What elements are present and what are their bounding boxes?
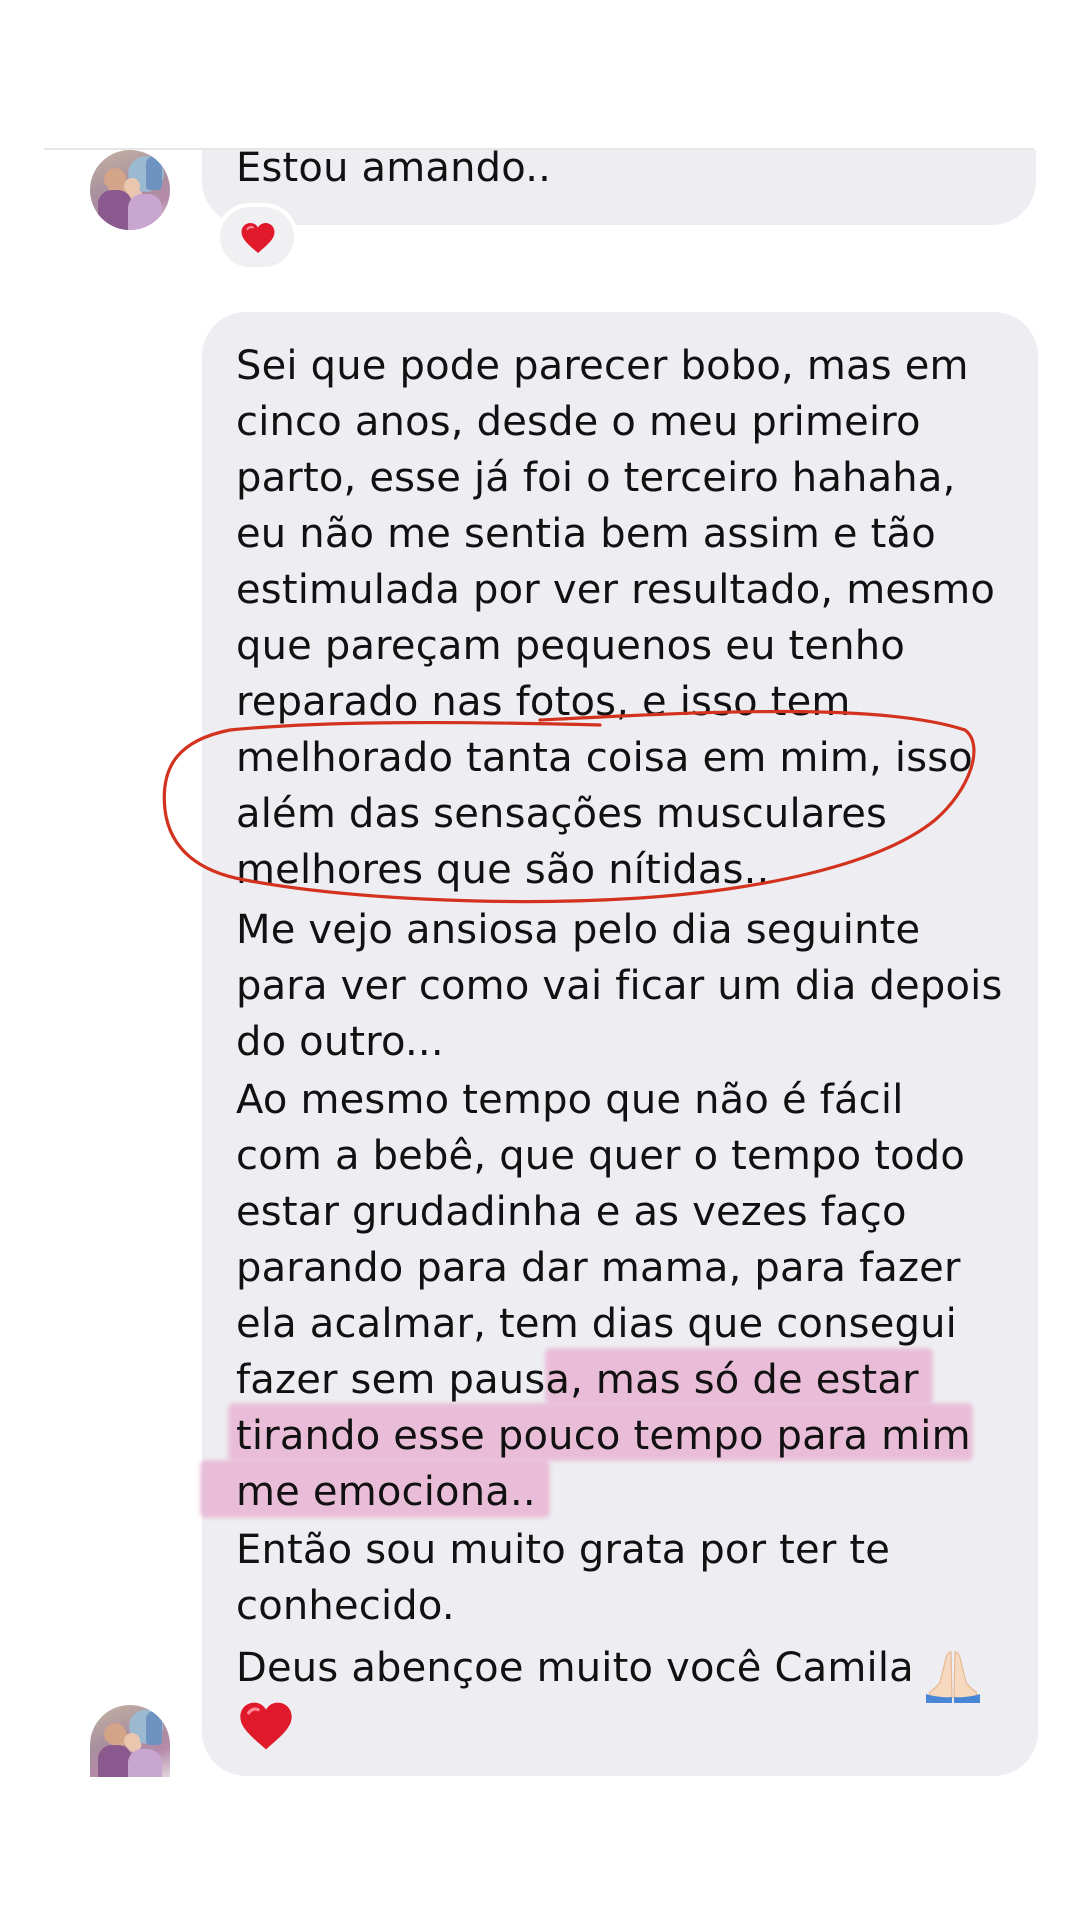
message-reaction[interactable] (216, 203, 298, 271)
praying-hands-icon (926, 1651, 980, 1703)
chat-screen: Estou amando.. Sei que pode parecer bobo… (0, 0, 1080, 1920)
red-heart-icon (240, 1702, 292, 1750)
red-heart-icon (241, 223, 275, 253)
message-text: Estou amando.. (236, 145, 552, 191)
sender-avatar[interactable] (90, 150, 170, 230)
sender-avatar[interactable] (90, 1705, 170, 1777)
